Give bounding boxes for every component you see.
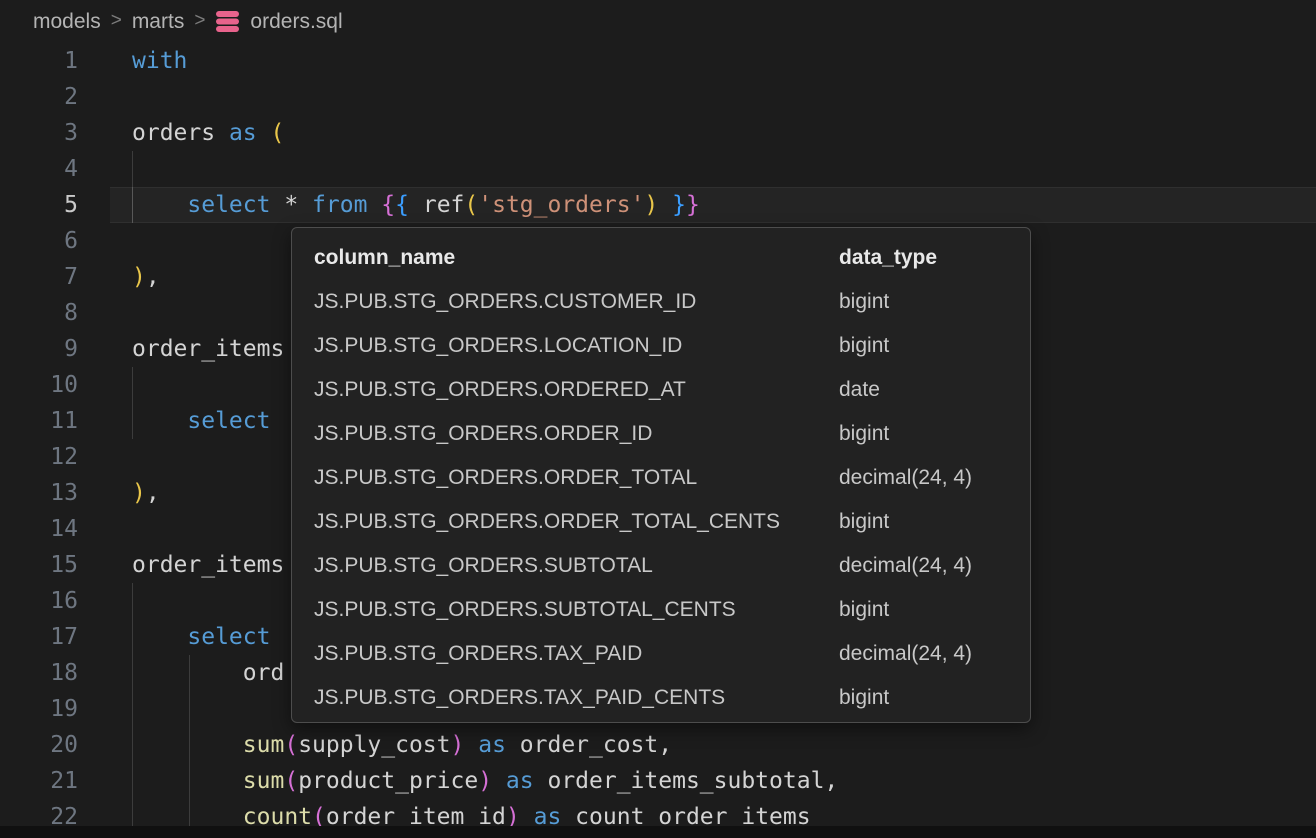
line-number: 19 — [0, 691, 78, 727]
line-number: 4 — [0, 151, 78, 187]
code-text: sum(supply_cost) as order_cost, — [132, 727, 672, 763]
code-text: order_items — [132, 331, 284, 367]
popup-column-name: JS.PUB.STG_ORDERS.ORDER_TOTAL_CENTS — [314, 500, 780, 544]
popup-data-type: bigint — [839, 324, 889, 368]
popup-row: JS.PUB.STG_ORDERS.ORDER_TOTAL decimal(24,… — [292, 456, 1030, 500]
line-number: 14 — [0, 511, 78, 547]
code-text: sum(product_price) as order_items_subtot… — [132, 763, 838, 799]
indent-guide — [189, 691, 190, 727]
line-number: 2 — [0, 79, 78, 115]
popup-row: JS.PUB.STG_ORDERS.TAX_PAID_CENTS bigint — [292, 676, 1030, 720]
code-line-3[interactable]: 3 orders as ( — [0, 115, 1316, 151]
popup-row: JS.PUB.STG_ORDERS.SUBTOTAL decimal(24, 4) — [292, 544, 1030, 588]
line-number: 20 — [0, 727, 78, 763]
popup-row: JS.PUB.STG_ORDERS.CUSTOMER_ID bigint — [292, 280, 1030, 324]
popup-column-name: JS.PUB.STG_ORDERS.ORDERED_AT — [314, 368, 686, 412]
popup-data-type: bigint — [839, 676, 889, 720]
popup-data-type: date — [839, 368, 880, 412]
line-number: 5 — [0, 187, 78, 223]
code-text: with — [132, 43, 187, 79]
line-number: 21 — [0, 763, 78, 799]
popup-row: JS.PUB.STG_ORDERS.ORDER_ID bigint — [292, 412, 1030, 456]
code-line-20[interactable]: 20 sum(supply_cost) as order_cost, — [0, 727, 1316, 763]
popup-column-name: JS.PUB.STG_ORDERS.TAX_PAID_CENTS — [314, 676, 725, 720]
popup-data-type: bigint — [839, 500, 889, 544]
popup-column-name: JS.PUB.STG_ORDERS.SUBTOTAL_CENTS — [314, 588, 736, 632]
popup-header-data-type: data_type — [839, 236, 937, 280]
code-text: select — [132, 403, 270, 439]
code-line-1[interactable]: 1 with — [0, 43, 1316, 79]
line-number: 15 — [0, 547, 78, 583]
popup-row: JS.PUB.STG_ORDERS.LOCATION_ID bigint — [292, 324, 1030, 368]
code-line-2[interactable]: 2 — [0, 79, 1316, 115]
popup-column-name: JS.PUB.STG_ORDERS.SUBTOTAL — [314, 544, 653, 588]
popup-column-name: JS.PUB.STG_ORDERS.TAX_PAID — [314, 632, 642, 676]
popup-data-type: decimal(24, 4) — [839, 544, 972, 588]
code-text: ), — [132, 259, 160, 295]
popup-rows: JS.PUB.STG_ORDERS.CUSTOMER_IDbigintJS.PU… — [292, 280, 1030, 720]
line-number: 17 — [0, 619, 78, 655]
popup-data-type: bigint — [839, 588, 889, 632]
popup-header-row: column_name data_type — [292, 236, 1030, 280]
popup-data-type: decimal(24, 4) — [839, 456, 972, 500]
code-line-4[interactable]: 4 — [0, 151, 1316, 187]
line-number: 3 — [0, 115, 78, 151]
popup-data-type: decimal(24, 4) — [839, 632, 972, 676]
popup-column-name: JS.PUB.STG_ORDERS.ORDER_ID — [314, 412, 652, 456]
line-number: 1 — [0, 43, 78, 79]
code-text: ord — [132, 655, 284, 691]
line-number: 8 — [0, 295, 78, 331]
indent-guide — [132, 151, 133, 187]
popup-row: JS.PUB.STG_ORDERS.SUBTOTAL_CENTS bigint — [292, 588, 1030, 632]
popup-header-column-name: column_name — [314, 236, 455, 280]
line-number: 11 — [0, 403, 78, 439]
code-editor[interactable]: 1 with 23 orders as ( 45 select * from {{ re… — [0, 0, 1316, 838]
column-info-popup: column_name data_type JS.PUB.STG_ORDERS.… — [291, 227, 1031, 723]
line-number: 18 — [0, 655, 78, 691]
code-text: orders as ( — [132, 115, 284, 151]
popup-data-type: bigint — [839, 280, 889, 324]
indent-guide — [132, 367, 133, 403]
code-line-5[interactable]: 5 select * from {{ ref('stg_orders') }} — [0, 187, 1316, 223]
line-number: 16 — [0, 583, 78, 619]
indent-guide — [132, 691, 133, 727]
popup-row: JS.PUB.STG_ORDERS.ORDER_TOTAL_CENTS bigin… — [292, 500, 1030, 544]
popup-row: JS.PUB.STG_ORDERS.ORDERED_AT date — [292, 368, 1030, 412]
editor-bottom-edge — [0, 826, 1316, 838]
code-text: select * from {{ ref('stg_orders') }} — [132, 187, 700, 223]
popup-column-name: JS.PUB.STG_ORDERS.ORDER_TOTAL — [314, 456, 697, 500]
popup-column-name: JS.PUB.STG_ORDERS.LOCATION_ID — [314, 324, 682, 368]
popup-column-name: JS.PUB.STG_ORDERS.CUSTOMER_ID — [314, 280, 696, 324]
line-number: 12 — [0, 439, 78, 475]
code-text: order_items — [132, 547, 284, 583]
code-line-21[interactable]: 21 sum(product_price) as order_items_sub… — [0, 763, 1316, 799]
line-number: 10 — [0, 367, 78, 403]
code-text: ), — [132, 475, 160, 511]
line-number: 9 — [0, 331, 78, 367]
code-text: select — [132, 619, 270, 655]
popup-row: JS.PUB.STG_ORDERS.TAX_PAID decimal(24, 4) — [292, 632, 1030, 676]
line-number: 7 — [0, 259, 78, 295]
indent-guide — [132, 583, 133, 619]
line-number: 6 — [0, 223, 78, 259]
popup-data-type: bigint — [839, 412, 889, 456]
line-number: 13 — [0, 475, 78, 511]
